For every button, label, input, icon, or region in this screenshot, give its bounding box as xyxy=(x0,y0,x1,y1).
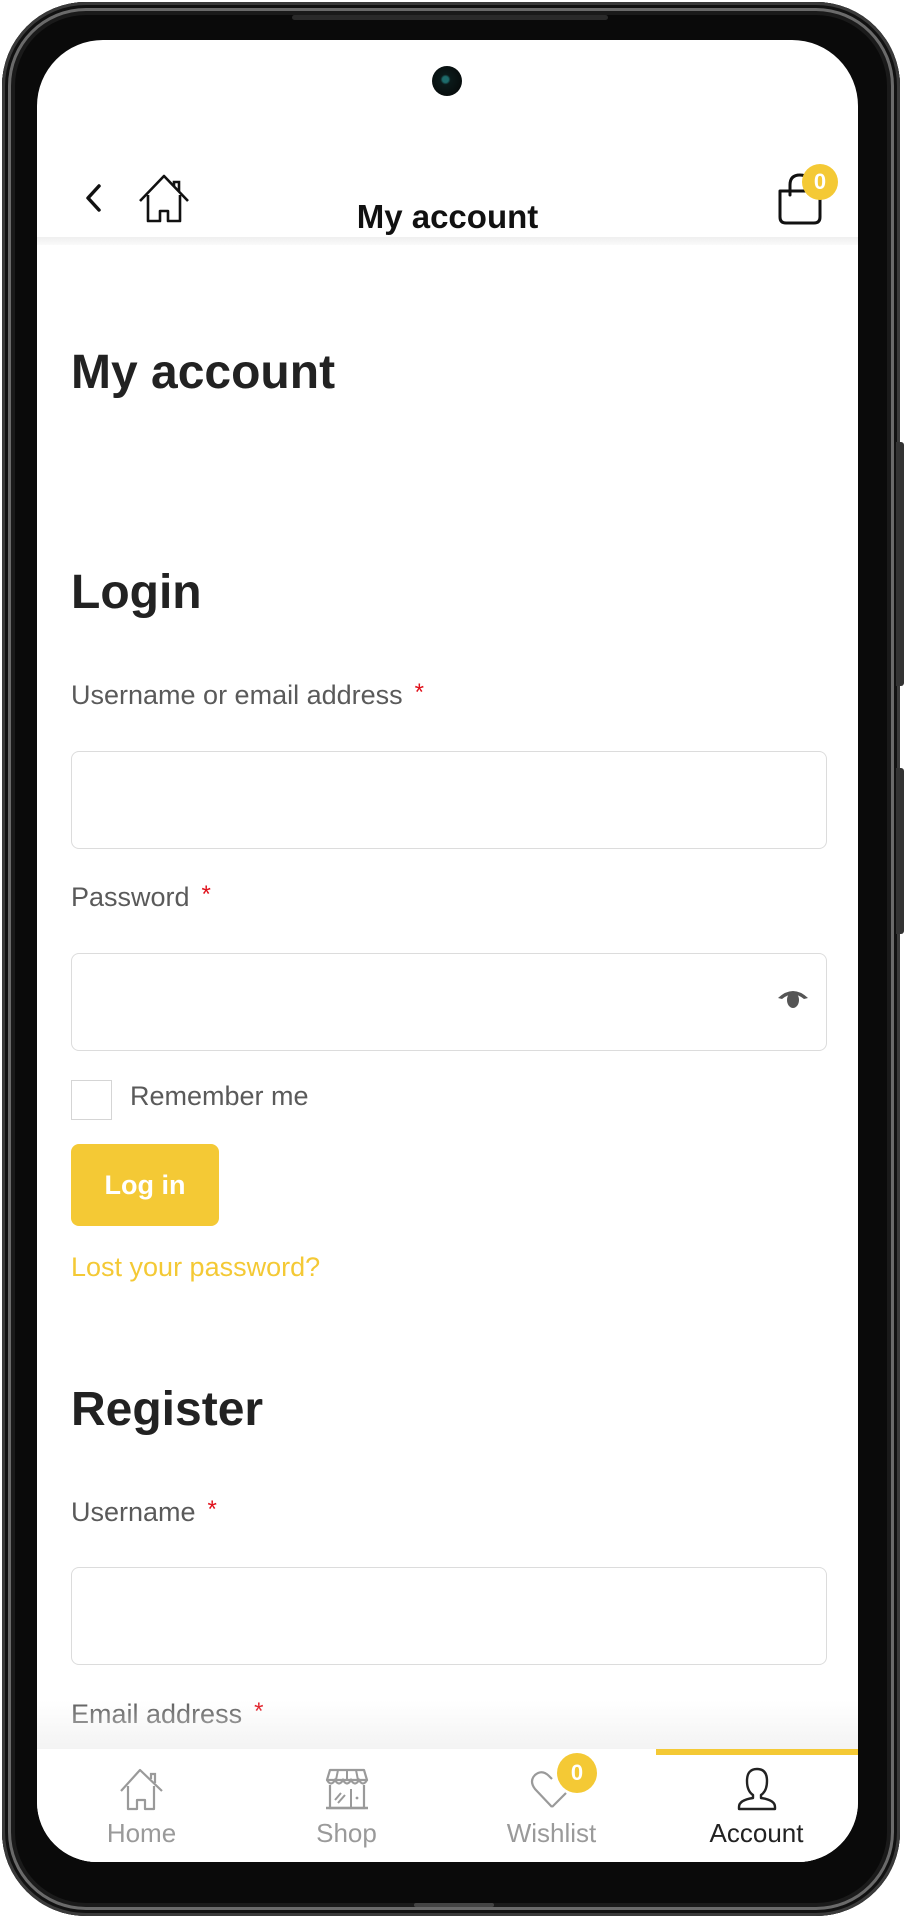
cart-count-badge: 0 xyxy=(802,164,838,200)
app-bar-divider xyxy=(37,237,858,245)
nav-label: Shop xyxy=(316,1818,377,1848)
nav-active-indicator xyxy=(656,1749,858,1755)
login-password-input[interactable] xyxy=(71,953,827,1051)
bottom-speaker xyxy=(414,1903,494,1907)
register-username-label-text: Username xyxy=(71,1497,196,1527)
nav-label: Account xyxy=(709,1818,804,1848)
nav-label: Home xyxy=(106,1818,177,1848)
front-camera xyxy=(432,66,462,96)
screen: My account 0 My account Login Username o… xyxy=(37,40,858,1862)
show-password-eye-icon[interactable] xyxy=(776,984,810,1014)
page-title: My account xyxy=(71,346,336,399)
register-username-label: Username * xyxy=(71,1496,217,1527)
login-password-label: Password * xyxy=(71,881,211,912)
nav-item-account[interactable]: Account xyxy=(654,1749,858,1862)
login-username-input[interactable] xyxy=(71,751,827,849)
wishlist-count-badge: 0 xyxy=(557,1753,597,1793)
shop-icon xyxy=(325,1768,368,1810)
required-asterisk: * xyxy=(414,679,424,706)
user-icon xyxy=(737,1767,776,1811)
register-heading: Register xyxy=(71,1383,264,1436)
app-bar-title: My account xyxy=(356,198,539,235)
bottom-nav: Home Shop 0 Wishlist Account xyxy=(37,1749,858,1862)
log-in-button[interactable]: Log in xyxy=(71,1144,219,1226)
nav-item-shop[interactable]: Shop xyxy=(244,1749,449,1862)
lost-password-link[interactable]: Lost your password? xyxy=(71,1254,320,1281)
bottom-nav-shadow xyxy=(37,1700,858,1750)
remember-me-checkbox[interactable] xyxy=(71,1080,112,1120)
login-username-label-text: Username or email address xyxy=(71,680,403,710)
home-icon xyxy=(119,1768,163,1811)
register-username-input[interactable] xyxy=(71,1567,827,1665)
earpiece xyxy=(292,15,608,20)
remember-me-label[interactable]: Remember me xyxy=(130,1083,309,1110)
power-button xyxy=(896,768,904,934)
nav-item-wishlist[interactable]: 0 Wishlist xyxy=(449,1749,654,1862)
login-password-label-text: Password xyxy=(71,882,190,912)
required-asterisk: * xyxy=(201,881,211,908)
required-asterisk: * xyxy=(207,1496,217,1523)
login-heading: Login xyxy=(71,566,202,619)
nav-item-home[interactable]: Home xyxy=(39,1749,244,1862)
login-username-label: Username or email address * xyxy=(71,679,424,710)
nav-label: Wishlist xyxy=(506,1818,597,1848)
volume-button xyxy=(896,442,904,686)
